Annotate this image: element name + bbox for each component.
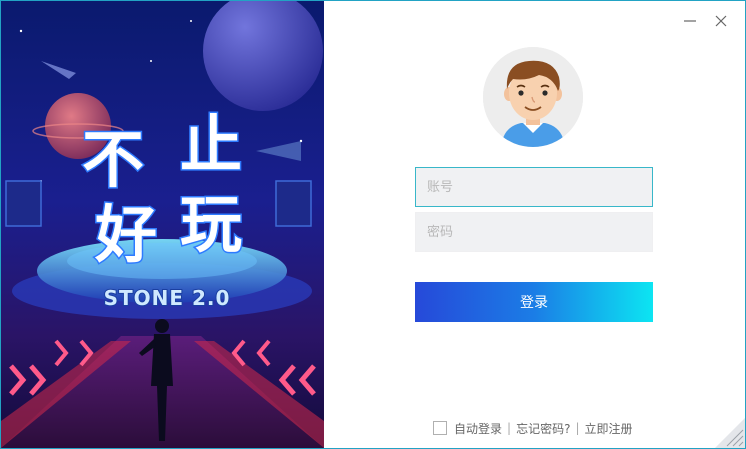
auto-login-label[interactable]: 自动登录 (454, 420, 502, 437)
slogan-char-3: 好 (94, 198, 157, 271)
slogan-char-4: 玩 (180, 188, 242, 261)
close-button[interactable] (709, 9, 733, 33)
close-icon (715, 15, 727, 27)
resize-grip[interactable] (715, 418, 745, 448)
user-avatar-icon (483, 47, 583, 147)
login-button[interactable]: 登录 (415, 282, 653, 322)
footer-separator: | (575, 421, 580, 435)
password-input[interactable] (415, 212, 653, 252)
minimize-button[interactable] (678, 9, 702, 33)
forgot-password-link[interactable]: 忘记密码? (516, 420, 570, 437)
promo-banner-art: 不 止 好 玩 STONE 2.0 (1, 1, 324, 448)
resize-grip-icon (715, 418, 745, 448)
login-window: 不 止 好 玩 STONE 2.0 账号 登录 自动登录 | 忘记密码? | 立… (0, 0, 746, 449)
promo-banner: 不 止 好 玩 STONE 2.0 (1, 1, 324, 448)
login-footer: 自动登录 | 忘记密码? | 立即注册 (433, 418, 633, 438)
slogan-char-2: 止 (180, 108, 242, 181)
footer-separator: | (507, 421, 512, 435)
slogan-char-1: 不 (82, 123, 144, 196)
account-input[interactable] (415, 167, 653, 207)
banner-version-text: STONE 2.0 (104, 286, 231, 310)
register-link[interactable]: 立即注册 (584, 420, 632, 437)
auto-login-checkbox[interactable] (433, 421, 447, 435)
avatar (483, 47, 583, 147)
minimize-icon (684, 20, 696, 22)
